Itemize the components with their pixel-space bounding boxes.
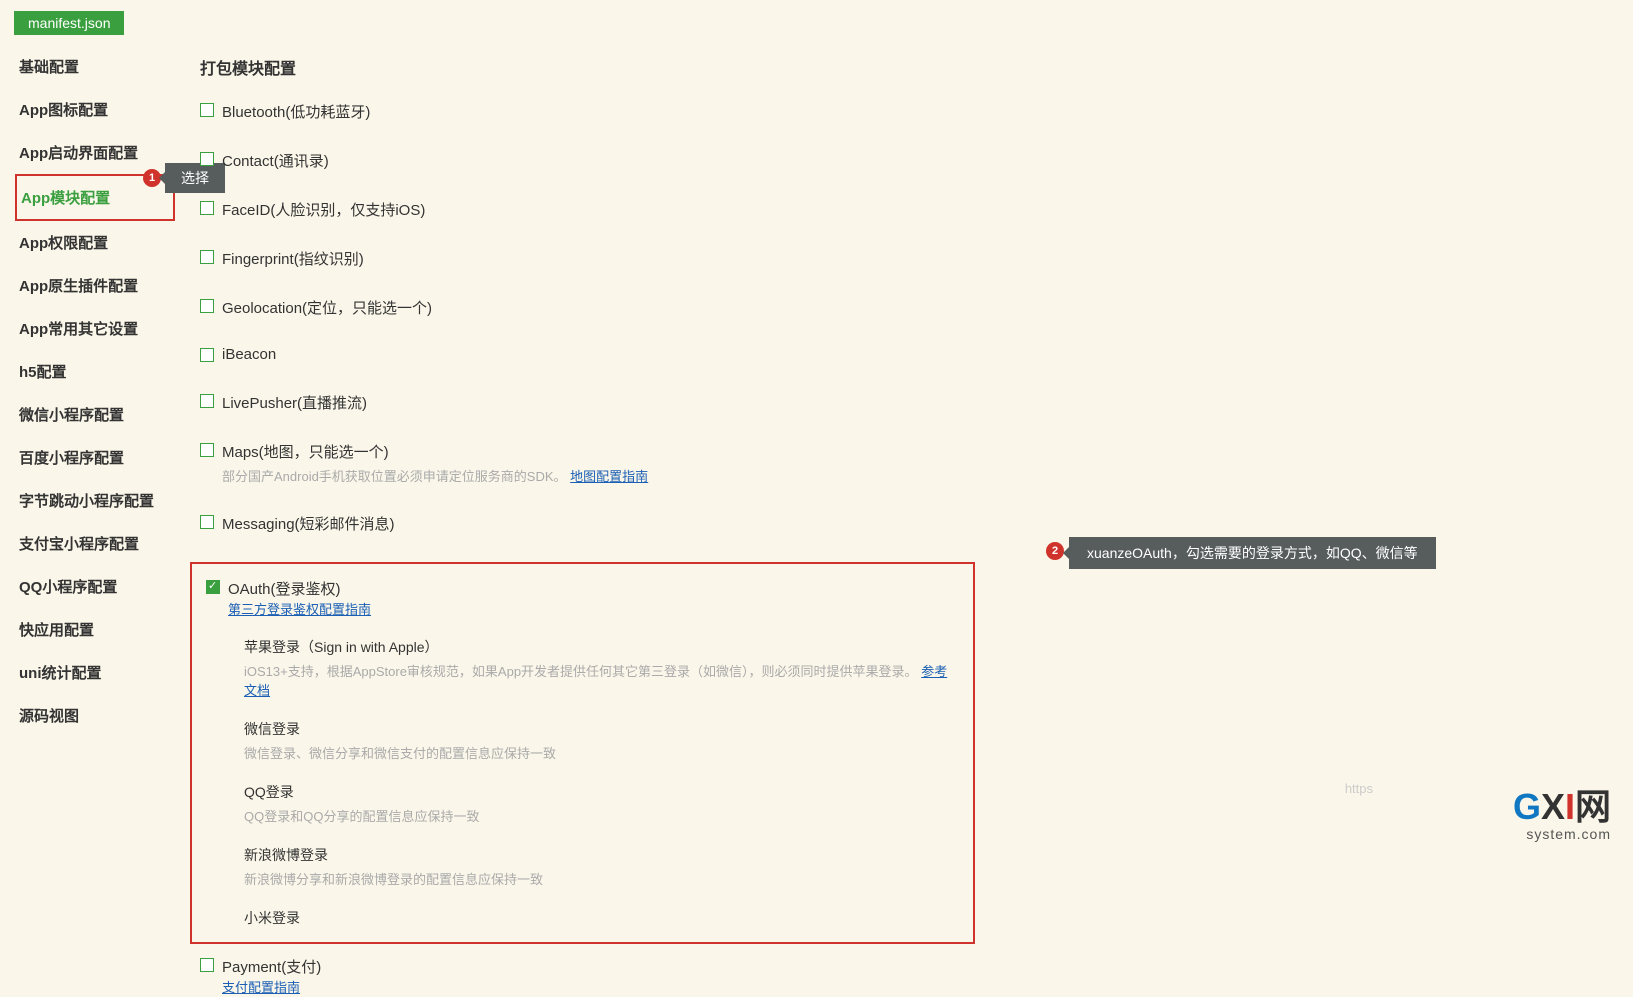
sub-label: 苹果登录（Sign in with Apple） <box>244 639 439 655</box>
module-label: iBeacon <box>222 346 276 363</box>
module-oauth: OAuth(登录鉴权) 第三方登录鉴权配置指南 <box>206 578 959 619</box>
link-oauth-guide[interactable]: 第三方登录鉴权配置指南 <box>228 602 371 617</box>
sub-xiaomi: 小米登录 <box>244 908 959 928</box>
checkbox-fingerprint[interactable] <box>200 250 214 264</box>
sidebar: 基础配置 App图标配置 App启动界面配置 App模块配置 App权限配置 A… <box>15 45 175 737</box>
oauth-sub-items: 苹果登录（Sign in with Apple） iOS13+支持，根据AppS… <box>244 637 959 928</box>
checkbox-bluetooth[interactable] <box>200 103 214 117</box>
sidebar-item-source[interactable]: 源码视图 <box>15 694 175 737</box>
module-livepusher: LivePusher(直播推流) <box>200 392 1600 413</box>
sidebar-item-quickapp[interactable]: 快应用配置 <box>15 608 175 651</box>
main-panel: 打包模块配置 Bluetooth(低功耗蓝牙) Contact(通讯录) Fac… <box>200 55 1600 997</box>
checkbox-maps[interactable] <box>200 443 214 457</box>
module-payment: Payment(支付) 支付配置指南 <box>200 956 1600 997</box>
sub-wechat: 微信登录 微信登录、微信分享和微信支付的配置信息应保持一致 <box>244 719 959 762</box>
module-label: Payment(支付) <box>222 959 321 976</box>
section-title: 打包模块配置 <box>200 55 1600 79</box>
sub-desc: 微信登录、微信分享和微信支付的配置信息应保持一致 <box>244 743 556 762</box>
module-contact: Contact(通讯录) <box>200 150 1600 171</box>
checkbox-payment[interactable] <box>200 958 214 972</box>
module-maps: Maps(地图，只能选一个) 部分国产Android手机获取位置必须申请定位服务… <box>200 441 1600 485</box>
sidebar-item-basic[interactable]: 基础配置 <box>15 45 175 88</box>
sidebar-item-qq[interactable]: QQ小程序配置 <box>15 565 175 608</box>
sidebar-item-native-plugin[interactable]: App原生插件配置 <box>15 264 175 307</box>
sidebar-item-baidu[interactable]: 百度小程序配置 <box>15 436 175 479</box>
checkbox-faceid[interactable] <box>200 201 214 215</box>
sub-apple: 苹果登录（Sign in with Apple） iOS13+支持，根据AppS… <box>244 637 959 699</box>
module-fingerprint: Fingerprint(指纹识别) <box>200 248 1600 269</box>
sidebar-item-h5[interactable]: h5配置 <box>15 350 175 393</box>
sub-label: QQ登录 <box>244 784 294 800</box>
checkbox-livepusher[interactable] <box>200 394 214 408</box>
sidebar-item-uni-stat[interactable]: uni统计配置 <box>15 651 175 694</box>
annotation-badge-2: 2 <box>1046 542 1064 560</box>
annotation-tip-2: xuanzeOAuth，勾选需要的登录方式，如QQ、微信等 <box>1069 537 1436 569</box>
sub-qq: QQ登录 QQ登录和QQ分享的配置信息应保持一致 <box>244 782 959 825</box>
module-label: OAuth(登录鉴权) <box>228 581 341 598</box>
module-label: Contact(通讯录) <box>222 153 329 170</box>
sub-label: 小米登录 <box>244 910 300 926</box>
oauth-section: OAuth(登录鉴权) 第三方登录鉴权配置指南 苹果登录（Sign in wit… <box>190 562 975 944</box>
checkbox-ibeacon[interactable] <box>200 348 214 362</box>
module-bluetooth: Bluetooth(低功耗蓝牙) <box>200 101 1600 122</box>
sidebar-item-wechat[interactable]: 微信小程序配置 <box>15 393 175 436</box>
sidebar-item-other[interactable]: App常用其它设置 <box>15 307 175 350</box>
module-desc: 部分国产Android手机获取位置必须申请定位服务商的SDK。 地图配置指南 <box>222 466 1600 485</box>
module-label: Geolocation(定位，只能选一个) <box>222 300 432 317</box>
module-label: Maps(地图，只能选一个) <box>222 444 389 461</box>
sub-label: 新浪微博登录 <box>244 847 328 863</box>
file-tab[interactable]: manifest.json <box>14 11 124 35</box>
sidebar-item-bytedance[interactable]: 字节跳动小程序配置 <box>15 479 175 522</box>
sidebar-item-icon[interactable]: App图标配置 <box>15 88 175 131</box>
watermark: GXI网 system.com <box>1513 778 1611 842</box>
checkbox-contact[interactable] <box>200 152 214 166</box>
sidebar-item-splash[interactable]: App启动界面配置 <box>15 131 175 174</box>
module-label: Fingerprint(指纹识别) <box>222 251 364 268</box>
sidebar-item-alipay[interactable]: 支付宝小程序配置 <box>15 522 175 565</box>
module-geolocation: Geolocation(定位，只能选一个) <box>200 297 1600 318</box>
url-hint: https <box>1345 781 1373 796</box>
module-label: FaceID(人脸识别，仅支持iOS) <box>222 202 425 219</box>
link-maps-guide[interactable]: 地图配置指南 <box>570 469 648 484</box>
link-payment-guide[interactable]: 支付配置指南 <box>222 980 300 995</box>
sub-desc: iOS13+支持，根据AppStore审核规范，如果App开发者提供任何其它第三… <box>244 661 959 699</box>
module-messaging: Messaging(短彩邮件消息) <box>200 513 1600 534</box>
sub-weibo: 新浪微博登录 新浪微博分享和新浪微博登录的配置信息应保持一致 <box>244 845 959 888</box>
checkbox-oauth[interactable] <box>206 580 220 594</box>
checkbox-geolocation[interactable] <box>200 299 214 313</box>
module-faceid: FaceID(人脸识别，仅支持iOS) <box>200 199 1600 220</box>
module-ibeacon: iBeacon <box>200 346 1600 364</box>
module-label: LivePusher(直播推流) <box>222 395 367 412</box>
checkbox-messaging[interactable] <box>200 515 214 529</box>
module-label: Bluetooth(低功耗蓝牙) <box>222 104 370 121</box>
sub-desc: QQ登录和QQ分享的配置信息应保持一致 <box>244 806 479 825</box>
sub-label: 微信登录 <box>244 721 300 737</box>
sidebar-item-permission[interactable]: App权限配置 <box>15 221 175 264</box>
module-label: Messaging(短彩邮件消息) <box>222 516 395 533</box>
